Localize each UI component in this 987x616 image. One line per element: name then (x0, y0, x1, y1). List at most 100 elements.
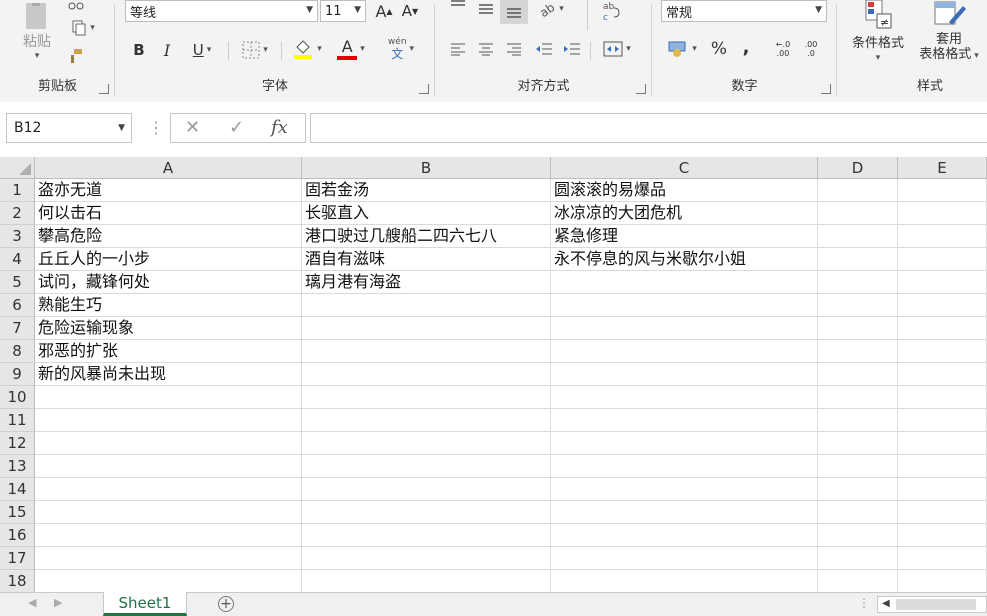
cell-d7[interactable] (818, 317, 898, 340)
cell-c13[interactable] (551, 455, 818, 478)
column-header-d[interactable]: D (818, 157, 898, 179)
row-header-15[interactable]: 15 (0, 501, 35, 524)
row-header-9[interactable]: 9 (0, 363, 35, 386)
cell-c5[interactable] (551, 271, 818, 294)
cell-d11[interactable] (818, 409, 898, 432)
enter-icon[interactable]: ✓ (229, 117, 244, 138)
cell-d18[interactable] (818, 570, 898, 593)
copy-button[interactable]: ▾ (64, 18, 102, 38)
grow-font-button[interactable]: A ▲ (373, 0, 395, 22)
shrink-font-button[interactable]: A ▼ (399, 0, 421, 22)
conditional-dropdown-icon[interactable]: ▾ (876, 53, 881, 63)
cell-b11[interactable] (302, 409, 551, 432)
font-name-select[interactable]: 等线 ▼ (125, 0, 318, 22)
number-format-select[interactable]: 常规 ▼ (661, 0, 827, 22)
cell-e7[interactable] (898, 317, 987, 340)
cell-b1[interactable]: 固若金汤 (302, 179, 551, 202)
row-header-10[interactable]: 10 (0, 386, 35, 409)
cell-e5[interactable] (898, 271, 987, 294)
paste-dropdown-icon[interactable]: ▾ (35, 51, 40, 61)
cell-d13[interactable] (818, 455, 898, 478)
formula-bar-resize-handle[interactable]: ⋮ (148, 118, 164, 137)
conditional-formatting-button[interactable]: ≠ 条件格式 ▾ (843, 0, 913, 70)
cell-a17[interactable] (35, 547, 302, 570)
add-sheet-icon[interactable]: + (218, 596, 234, 612)
accounting-dropdown-icon[interactable]: ▾ (692, 44, 697, 54)
cut-icon[interactable] (66, 0, 86, 14)
cell-a16[interactable] (35, 524, 302, 547)
cell-e12[interactable] (898, 432, 987, 455)
cell-e16[interactable] (898, 524, 987, 547)
cell-a13[interactable] (35, 455, 302, 478)
fill-color-button[interactable]: ▾ (287, 36, 327, 62)
row-header-1[interactable]: 1 (0, 179, 35, 202)
cell-e3[interactable] (898, 225, 987, 248)
cell-c15[interactable] (551, 501, 818, 524)
decrease-decimal-button[interactable]: .00.0 (800, 38, 822, 60)
increase-decimal-button[interactable]: ←.0.00 (772, 38, 794, 60)
cell-b16[interactable] (302, 524, 551, 547)
cell-b9[interactable] (302, 363, 551, 386)
cell-e6[interactable] (898, 294, 987, 317)
cell-a1[interactable]: 盗亦无道 (35, 179, 302, 202)
cell-c9[interactable] (551, 363, 818, 386)
column-header-a[interactable]: A (35, 157, 302, 179)
cell-c18[interactable] (551, 570, 818, 593)
row-header-13[interactable]: 13 (0, 455, 35, 478)
cell-a10[interactable] (35, 386, 302, 409)
cell-b7[interactable] (302, 317, 551, 340)
align-right-icon[interactable] (503, 38, 525, 60)
number-launcher-icon[interactable]: . (821, 84, 831, 94)
alignment-launcher-icon[interactable]: . (636, 84, 646, 94)
cell-b14[interactable] (302, 478, 551, 501)
row-header-6[interactable]: 6 (0, 294, 35, 317)
cell-c2[interactable]: 冰凉凉的大团危机 (551, 202, 818, 225)
cell-a18[interactable] (35, 570, 302, 593)
cell-b10[interactable] (302, 386, 551, 409)
cell-c8[interactable] (551, 340, 818, 363)
format-painter-icon[interactable] (66, 46, 86, 66)
cell-b8[interactable] (302, 340, 551, 363)
decrease-indent-icon[interactable] (533, 38, 555, 60)
merge-dropdown-icon[interactable]: ▾ (626, 44, 631, 54)
cell-a8[interactable]: 邪恶的扩张 (35, 340, 302, 363)
row-header-5[interactable]: 5 (0, 271, 35, 294)
table-dropdown-icon[interactable]: ▾ (974, 51, 979, 61)
row-header-4[interactable]: 4 (0, 248, 35, 271)
horizontal-scrollbar[interactable]: ◀ (877, 596, 987, 613)
paste-button[interactable]: 粘贴 ▾ (14, 0, 60, 64)
cell-a14[interactable] (35, 478, 302, 501)
column-header-c[interactable]: C (551, 157, 818, 179)
cell-a2[interactable]: 何以击石 (35, 202, 302, 225)
fill-color-dropdown-icon[interactable]: ▾ (317, 44, 322, 54)
clipboard-launcher-icon[interactable]: . (99, 84, 109, 94)
format-as-table-button[interactable]: 套用 表格格式 ▾ (911, 0, 987, 70)
copy-dropdown-icon[interactable]: ▾ (90, 23, 95, 33)
cell-b4[interactable]: 酒自有滋味 (302, 248, 551, 271)
cell-e4[interactable] (898, 248, 987, 271)
scroll-left-icon[interactable]: ◀ (882, 598, 890, 609)
cell-a12[interactable] (35, 432, 302, 455)
underline-button[interactable]: U ▾ (185, 38, 219, 62)
cell-d15[interactable] (818, 501, 898, 524)
italic-button[interactable]: I (157, 38, 177, 62)
next-sheet-icon[interactable]: ▶ (54, 596, 62, 609)
cell-d4[interactable] (818, 248, 898, 271)
cell-d8[interactable] (818, 340, 898, 363)
tab-split-handle[interactable]: ⋮ (858, 596, 870, 610)
cell-c4[interactable]: 永不停息的风与米歇尔小姐 (551, 248, 818, 271)
cell-c12[interactable] (551, 432, 818, 455)
font-launcher-icon[interactable]: . (419, 84, 429, 94)
font-color-button[interactable]: A ▾ (331, 36, 371, 62)
cell-d9[interactable] (818, 363, 898, 386)
cell-c10[interactable] (551, 386, 818, 409)
cell-e13[interactable] (898, 455, 987, 478)
select-all-button[interactable] (0, 157, 35, 179)
cancel-icon[interactable]: ✕ (185, 117, 200, 138)
cell-d12[interactable] (818, 432, 898, 455)
cell-c7[interactable] (551, 317, 818, 340)
increase-indent-icon[interactable] (561, 38, 583, 60)
column-header-b[interactable]: B (302, 157, 551, 179)
cell-e17[interactable] (898, 547, 987, 570)
cell-a15[interactable] (35, 501, 302, 524)
